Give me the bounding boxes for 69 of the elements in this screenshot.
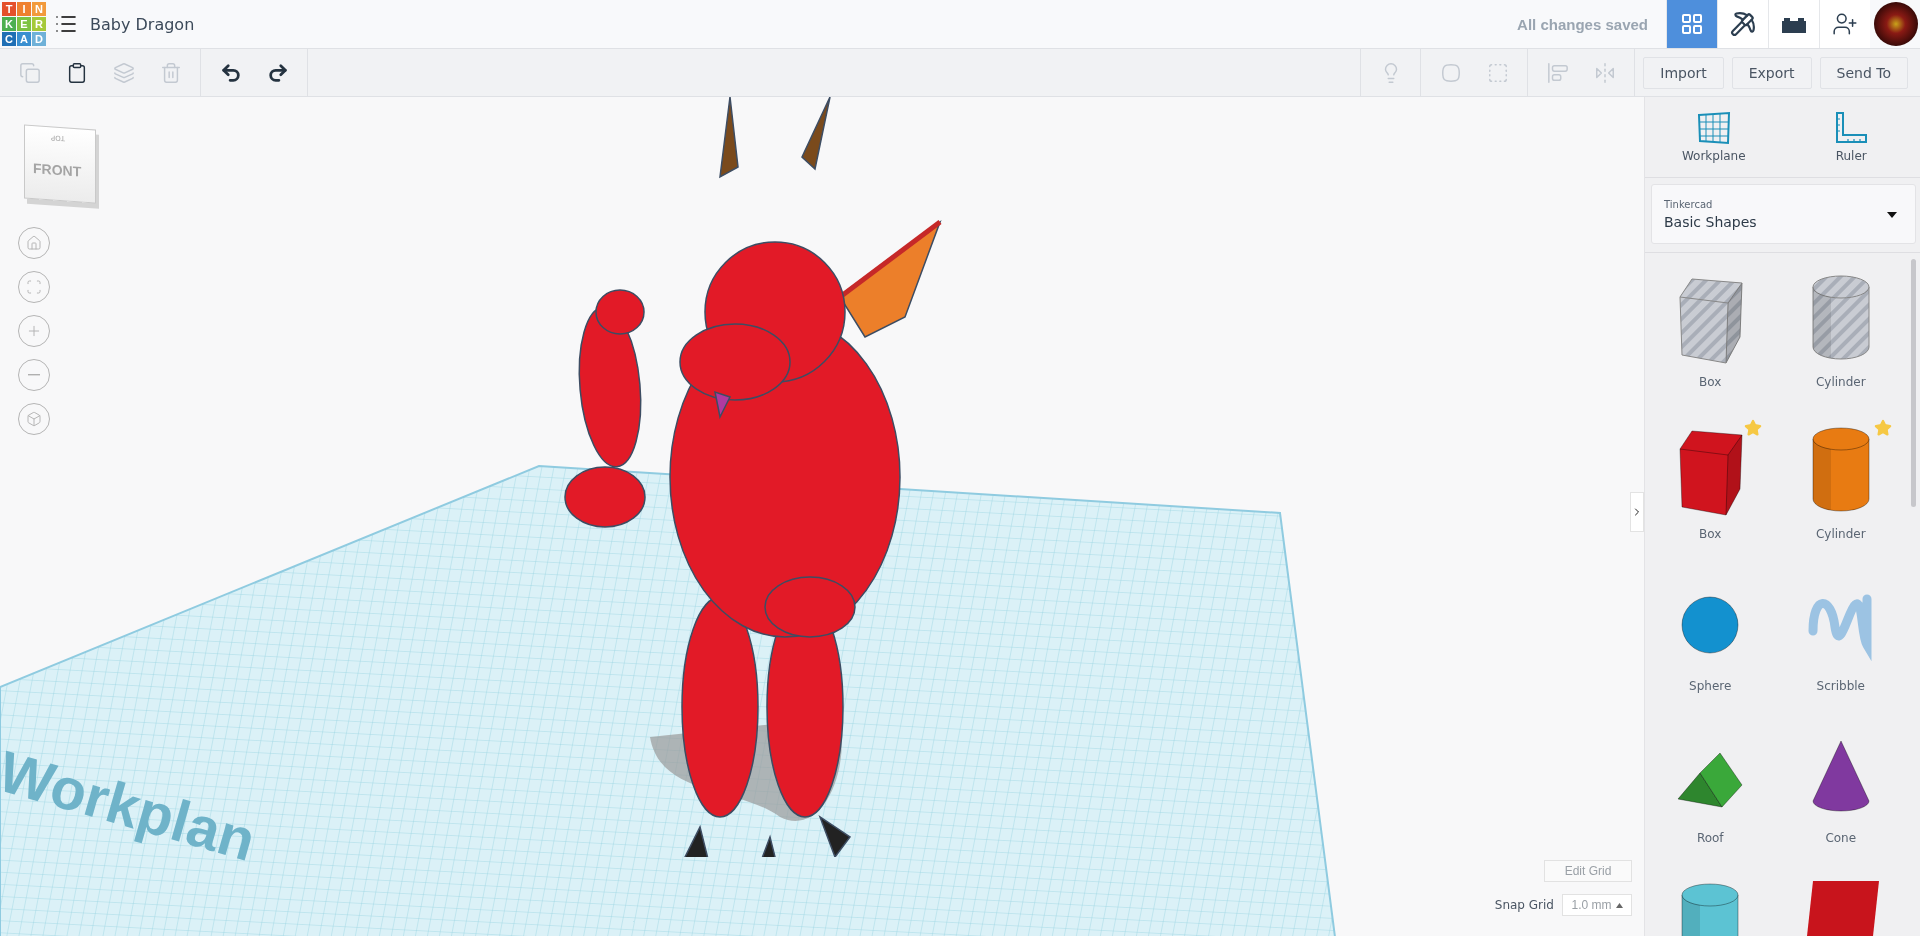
- caret-icon: [1615, 902, 1623, 908]
- shape-item[interactable]: Box: [1645, 417, 1776, 569]
- ungroup-icon: [1486, 61, 1509, 84]
- copy-icon: [18, 61, 41, 84]
- logo-tile: E: [17, 17, 31, 31]
- user-avatar[interactable]: [1874, 2, 1918, 46]
- action-button[interactable]: Export: [1731, 56, 1812, 89]
- trash-icon: [159, 61, 182, 84]
- perspective-button[interactable]: [18, 403, 50, 435]
- ruler-icon: [1834, 111, 1869, 145]
- home-button[interactable]: [18, 227, 50, 259]
- zoom-out-button[interactable]: [18, 359, 50, 391]
- fit-view-icon: [26, 279, 42, 295]
- pickaxe-icon: [1730, 11, 1756, 37]
- shape-item[interactable]: Sphere: [1645, 569, 1776, 721]
- logo[interactable]: T I N K E R C A D: [2, 2, 46, 46]
- mirror-icon: [1593, 61, 1616, 84]
- shape-item[interactable]: Cylinder: [1775, 265, 1906, 417]
- logo-tile: D: [32, 32, 46, 46]
- logo-tile: T: [2, 2, 16, 16]
- shape-label: Cylinder: [1815, 375, 1866, 389]
- caret-icon: [1887, 212, 1897, 218]
- add-user-icon: [1832, 11, 1858, 37]
- add-user-view-button[interactable]: [1819, 0, 1870, 48]
- snap-grid-label: Snap Grid: [1494, 898, 1554, 912]
- zoom-in-button[interactable]: [18, 315, 50, 347]
- shape-item[interactable]: Box: [1645, 265, 1776, 417]
- logo-tile: I: [17, 2, 31, 16]
- shape-label: Roof: [1696, 831, 1724, 845]
- group-icon: [1439, 61, 1462, 84]
- logo-tile: R: [32, 17, 46, 31]
- library-source: Tinkercad: [1664, 198, 1713, 210]
- shape-label: Cone: [1825, 831, 1857, 845]
- shape-item[interactable]: Cone: [1775, 721, 1906, 873]
- grid-plane-icon: [1696, 111, 1731, 145]
- zoom-in-icon: [26, 323, 42, 339]
- shape-library-dropdown[interactable]: Tinkercad Basic Shapes: [1651, 184, 1916, 244]
- panel-toggle-button[interactable]: [1630, 492, 1644, 532]
- action-button[interactable]: Send To: [1819, 56, 1908, 89]
- home-icon: [26, 235, 42, 251]
- shape-label: Cylinder: [1815, 527, 1866, 541]
- align-icon: [1546, 61, 1569, 84]
- shape-label: Scribble: [1816, 679, 1865, 693]
- cube-front-label: FRONT: [33, 160, 82, 180]
- shape-item[interactable]: Scribble: [1775, 569, 1906, 721]
- pickaxe-view-button[interactable]: [1717, 0, 1768, 48]
- cube-icon: [26, 411, 42, 427]
- redo-icon: [266, 61, 289, 84]
- design-title[interactable]: Baby Dragon: [90, 14, 195, 34]
- shape-label: Sphere: [1689, 679, 1732, 693]
- logo-tile: N: [32, 2, 46, 16]
- action-button[interactable]: Import: [1643, 56, 1724, 89]
- shape-item[interactable]: Roof: [1645, 721, 1776, 873]
- grid-icon: [1680, 12, 1704, 36]
- logo-tile: K: [2, 17, 16, 31]
- scrollbar[interactable]: [1911, 259, 1916, 507]
- fit-button[interactable]: [18, 271, 50, 303]
- logo-tile: A: [17, 32, 31, 46]
- workplane-tool-button[interactable]: Workplane: [1645, 97, 1783, 177]
- logo-tile: C: [2, 32, 16, 46]
- shape-item[interactable]: Cylinder: [1775, 417, 1906, 569]
- save-status: All changes saved: [1517, 15, 1648, 33]
- shape-label: Box: [1699, 375, 1722, 389]
- bricks-view-button[interactable]: [1768, 0, 1819, 48]
- ruler-tool-button[interactable]: Ruler: [1782, 97, 1920, 177]
- library-name: Basic Shapes: [1664, 213, 1757, 230]
- duplicate-icon: [112, 61, 135, 84]
- shape-label: Box: [1699, 527, 1722, 541]
- undo-icon: [219, 61, 242, 84]
